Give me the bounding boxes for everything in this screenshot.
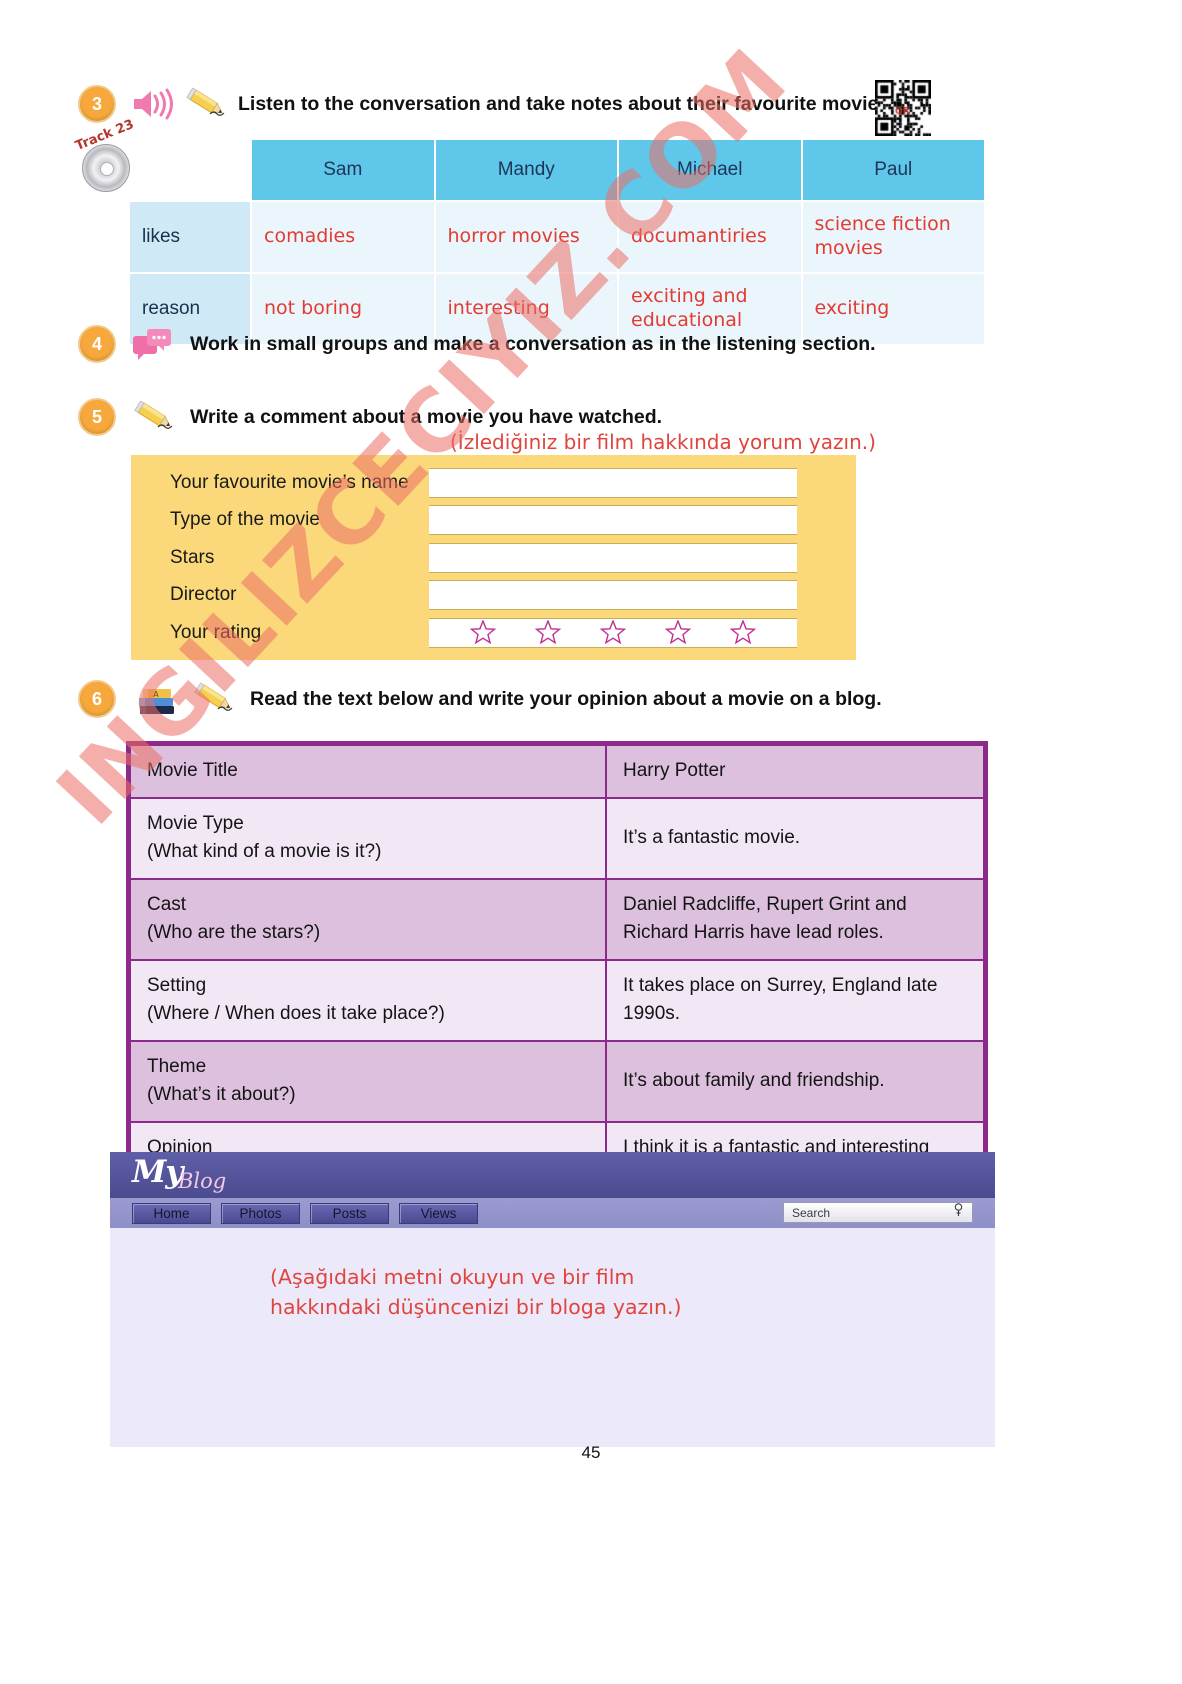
search-icon[interactable]: [953, 1203, 964, 1222]
table-header-row: Sam Mandy Michael Paul: [130, 140, 984, 200]
label-text: Cast: [147, 893, 187, 915]
exercise-6-header: 6 A Read the text below and write your o…: [78, 680, 882, 718]
nav-button-views[interactable]: Views: [399, 1202, 478, 1224]
field-label-director: Director: [170, 584, 237, 606]
chat-bubbles-icon: [130, 326, 176, 362]
label-question: (Who are the stars?): [147, 922, 321, 943]
label-text: Movie Type: [147, 812, 244, 834]
table-row: Movie Type (What kind of a movie is it?)…: [131, 798, 983, 878]
review-label-movie-type: Movie Type (What kind of a movie is it?): [131, 798, 605, 878]
exercise-4-number: 4: [78, 325, 116, 363]
review-value-cast: Daniel Radcliffe, Rupert Grint and Richa…: [607, 879, 983, 959]
field-input-stars[interactable]: [429, 542, 797, 573]
field-label-stars: Stars: [170, 546, 215, 568]
review-value-theme: It’s about family and friendship.: [607, 1041, 983, 1121]
exercise-3-header: 3 Listen to the conversation and take no…: [78, 85, 895, 123]
form-row-movie-name: Your favourite movie’s name: [131, 464, 856, 502]
table-row: Cast (Who are the stars?) Daniel Radclif…: [131, 879, 983, 959]
answer-likes-michael[interactable]: documantiries: [619, 202, 801, 272]
column-header-mandy: Mandy: [435, 140, 617, 200]
svg-text:A: A: [153, 690, 159, 699]
blog-turkish-hint: (Aşağıdaki metni okuyun ve bir film hakk…: [270, 1265, 682, 1319]
rating-star-2[interactable]: [535, 619, 562, 646]
worksheet-page: 3 Listen to the conversation and take no…: [0, 0, 1182, 1684]
rating-star-3[interactable]: [599, 619, 626, 646]
movie-comment-form: Your favourite movie’s name Type of the …: [131, 455, 856, 660]
field-input-director[interactable]: [429, 580, 797, 611]
exercise-4-header: 4 Work in small groups and make a conver…: [78, 325, 876, 363]
blog-body[interactable]: (Aşağıdaki metni okuyun ve bir film hakk…: [110, 1228, 995, 1447]
form-row-movie-type: Type of the movie: [131, 502, 856, 540]
pencil-icon: [190, 682, 236, 716]
blog-search-box[interactable]: Search: [783, 1202, 973, 1223]
exercise-5-title: Write a comment about a movie you have w…: [190, 405, 663, 428]
cd-disc-icon: [82, 144, 130, 192]
form-row-director: Director: [131, 577, 856, 615]
nav-button-home[interactable]: Home: [132, 1202, 211, 1224]
label-text: Setting: [147, 974, 207, 996]
table-row-likes: likes comadies horror movies documantiri…: [130, 202, 984, 272]
column-header-michael: Michael: [619, 140, 801, 200]
blog-logo-primary: My: [132, 1154, 183, 1190]
blog-widget: My Blog Home Photos Posts Views Search (…: [110, 1152, 995, 1447]
exercise-5-turkish-hint: (İzlediğiniz bir film hakkında yorum yaz…: [450, 430, 876, 454]
exercise-3-number: 3: [78, 85, 116, 123]
answer-likes-paul[interactable]: science fiction movies: [802, 202, 984, 272]
label-question: (What’s it about?): [147, 1084, 296, 1105]
review-label-theme: Theme (What’s it about?): [131, 1041, 605, 1121]
table-row: Theme (What’s it about?) It’s about fami…: [131, 1041, 983, 1121]
label-text: Movie Title: [147, 760, 238, 781]
exercise-4-title: Work in small groups and make a conversa…: [190, 332, 876, 355]
field-label-movie-type: Type of the movie: [170, 509, 320, 531]
field-input-movie-type[interactable]: [429, 505, 797, 536]
field-label-rating: Your rating: [170, 621, 262, 643]
form-row-stars: Stars: [131, 539, 856, 577]
exercise-6-title: Read the text below and write your opini…: [250, 687, 882, 710]
form-row-rating: Your rating: [131, 614, 856, 652]
blog-navigation: Home Photos Posts Views Search: [110, 1198, 995, 1228]
rating-star-5[interactable]: [729, 619, 756, 646]
qr-code[interactable]: [875, 80, 931, 136]
review-label-movie-title: Movie Title: [131, 746, 605, 797]
review-value-setting: It takes place on Surrey, England late 1…: [607, 960, 983, 1040]
column-header-sam: Sam: [252, 140, 434, 200]
review-value-movie-type: It’s a fantastic movie.: [607, 798, 983, 878]
answer-likes-mandy[interactable]: horror movies: [435, 202, 617, 272]
page-number: 45: [581, 1443, 601, 1462]
label-question: (What kind of a movie is it?): [147, 841, 382, 862]
pencil-icon: [182, 87, 228, 121]
search-placeholder: Search: [792, 1205, 831, 1220]
speaker-icon: [130, 86, 176, 122]
movie-review-table: Movie Title Harry Potter Movie Type (Wha…: [126, 741, 988, 1207]
books-icon: A: [134, 680, 180, 718]
exercise-3-title: Listen to the conversation and take note…: [238, 92, 895, 115]
rating-star-1[interactable]: [470, 619, 497, 646]
nav-button-posts[interactable]: Posts: [310, 1202, 389, 1224]
pencil-icon: [130, 400, 176, 434]
label-question: (Where / When does it take place?): [147, 1003, 445, 1024]
rating-star-group[interactable]: [429, 617, 797, 648]
column-header-paul: Paul: [802, 140, 984, 200]
table-row: Setting (Where / When does it take place…: [131, 960, 983, 1040]
blog-logo-secondary: Blog: [178, 1169, 227, 1193]
row-label-likes: likes: [130, 202, 250, 272]
exercise-6-number: 6: [78, 680, 116, 718]
label-text: Theme: [147, 1055, 207, 1077]
review-value-movie-title: Harry Potter: [607, 746, 983, 797]
exercise-5-number: 5: [78, 398, 116, 436]
field-input-movie-name[interactable]: [429, 467, 797, 498]
field-label-movie-name: Your favourite movie’s name: [170, 471, 409, 493]
review-label-cast: Cast (Who are the stars?): [131, 879, 605, 959]
blog-banner: My Blog: [110, 1152, 995, 1198]
table-row: Movie Title Harry Potter: [131, 746, 983, 797]
table-corner-cell: [130, 140, 250, 200]
review-label-setting: Setting (Where / When does it take place…: [131, 960, 605, 1040]
rating-star-4[interactable]: [664, 619, 691, 646]
nav-button-photos[interactable]: Photos: [221, 1202, 300, 1224]
listening-notes-table: Sam Mandy Michael Paul likes comadies ho…: [128, 138, 986, 346]
answer-likes-sam[interactable]: comadies: [252, 202, 434, 272]
